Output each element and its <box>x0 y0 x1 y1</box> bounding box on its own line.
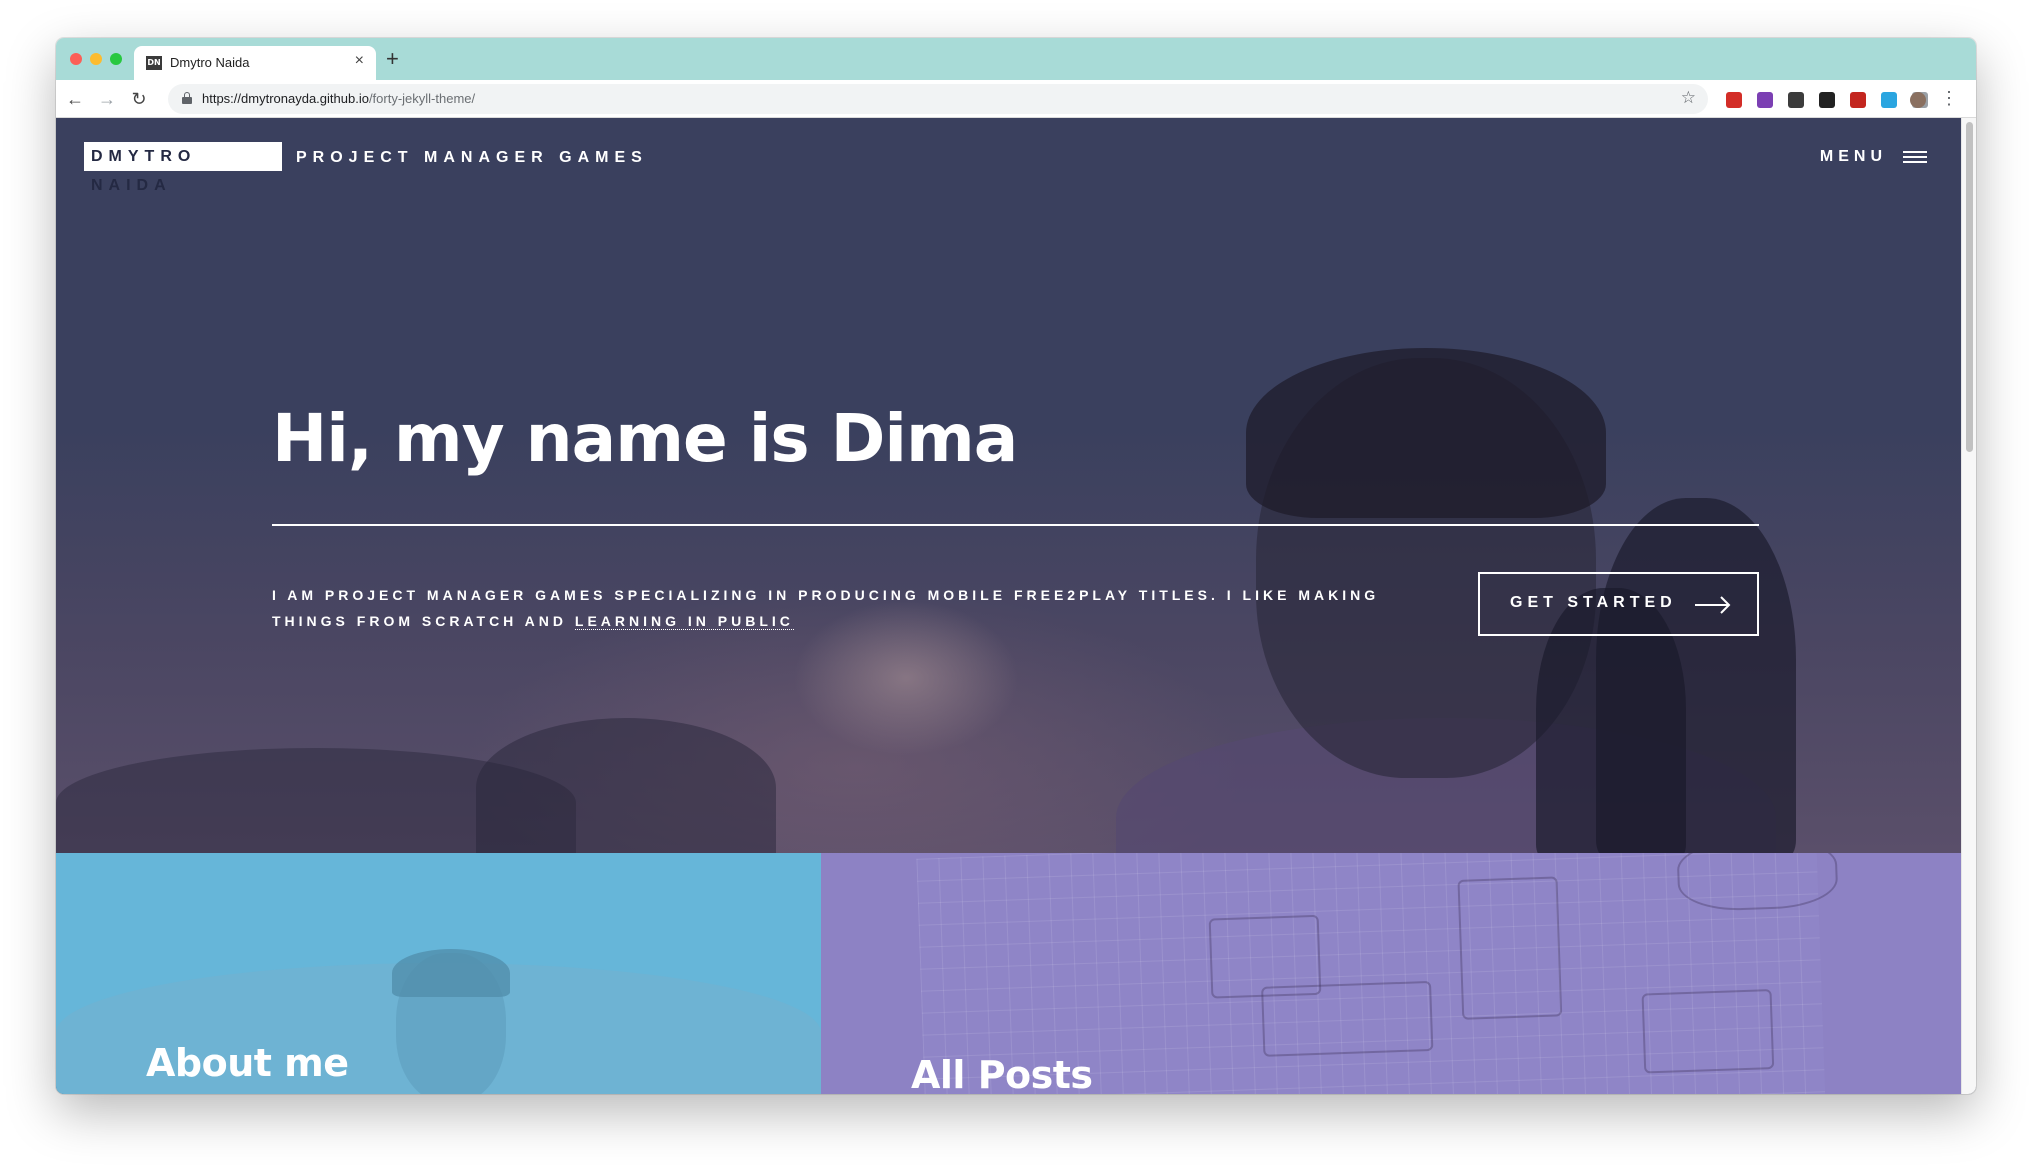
hero-description-text: I AM PROJECT MANAGER GAMES SPECIALIZING … <box>272 587 1380 629</box>
reload-icon[interactable]: ↻ <box>126 86 152 112</box>
tab-title: Dmytro Naida <box>170 55 250 70</box>
lock-icon <box>182 92 192 104</box>
address-bar[interactable]: https://dmytronayda.github.io/forty-jeky… <box>168 84 1708 114</box>
at-ext-icon[interactable] <box>1881 92 1897 108</box>
url-text: https://dmytronayda.github.io/forty-jeky… <box>202 91 476 106</box>
lastpass-ext-icon[interactable] <box>1726 92 1742 108</box>
hero-banner: DMYTRO NAIDA PROJECT MANAGER GAMES MENU … <box>56 118 1961 853</box>
site-logo[interactable]: DMYTRO NAIDA <box>84 142 282 194</box>
tile-about-me[interactable]: About me <box>56 853 821 1094</box>
tile-about-title: About me <box>146 1041 349 1085</box>
page-scrollbar[interactable] <box>1961 118 1976 1094</box>
hero-description: I AM PROJECT MANAGER GAMES SPECIALIZING … <box>272 582 1462 634</box>
browser-window: DN Dmytro Naida × + ← → ↻ https://dmytro… <box>56 38 1976 1094</box>
calendar-ext-icon[interactable] <box>1819 92 1835 108</box>
back-arrow-icon[interactable]: ← <box>62 86 88 112</box>
hero-divider <box>272 524 1759 526</box>
forward-arrow-icon[interactable]: → <box>94 86 120 112</box>
openai-ext-icon[interactable] <box>1788 92 1804 108</box>
site-subtitle[interactable]: PROJECT MANAGER GAMES <box>296 149 648 167</box>
tile-all-posts[interactable]: All Posts <box>821 853 1961 1094</box>
menu-label: MENU <box>1819 148 1887 165</box>
arrow-right-icon <box>1695 596 1731 614</box>
profile-avatar[interactable] <box>1910 92 1926 108</box>
minimize-window-button[interactable] <box>90 53 102 65</box>
tab-strip: DN Dmytro Naida × + <box>56 38 1976 80</box>
hamburger-icon <box>1903 151 1927 164</box>
zoom-window-button[interactable] <box>110 53 122 65</box>
hero-title: Hi, my name is Dima <box>272 400 1018 477</box>
favicon-icon: DN <box>146 56 162 70</box>
get-started-label: GET STARTED <box>1510 594 1677 611</box>
new-tab-button[interactable]: + <box>386 46 399 72</box>
tile-posts-title: All Posts <box>911 1053 1093 1094</box>
more-options-icon[interactable]: ⋮ <box>1940 89 1958 107</box>
browser-toolbar: ← → ↻ https://dmytronayda.github.io/fort… <box>56 80 1976 118</box>
onenote-ext-icon[interactable] <box>1757 92 1773 108</box>
tab-close-icon[interactable]: × <box>355 52 364 70</box>
bookmark-star-icon[interactable]: ☆ <box>1681 88 1696 108</box>
close-window-button[interactable] <box>70 53 82 65</box>
ruby-ext-icon[interactable] <box>1850 92 1866 108</box>
browser-tab[interactable]: DN Dmytro Naida × <box>134 46 376 80</box>
get-started-button[interactable]: GET STARTED <box>1478 572 1759 636</box>
scrollbar-thumb[interactable] <box>1966 122 1973 452</box>
page-viewport: DMYTRO NAIDA PROJECT MANAGER GAMES MENU … <box>56 118 1976 1094</box>
treeline-mid <box>476 718 776 853</box>
menu-button[interactable]: MENU <box>1807 148 1927 168</box>
learning-in-public-link[interactable]: LEARNING IN PUBLIC <box>574 613 794 630</box>
